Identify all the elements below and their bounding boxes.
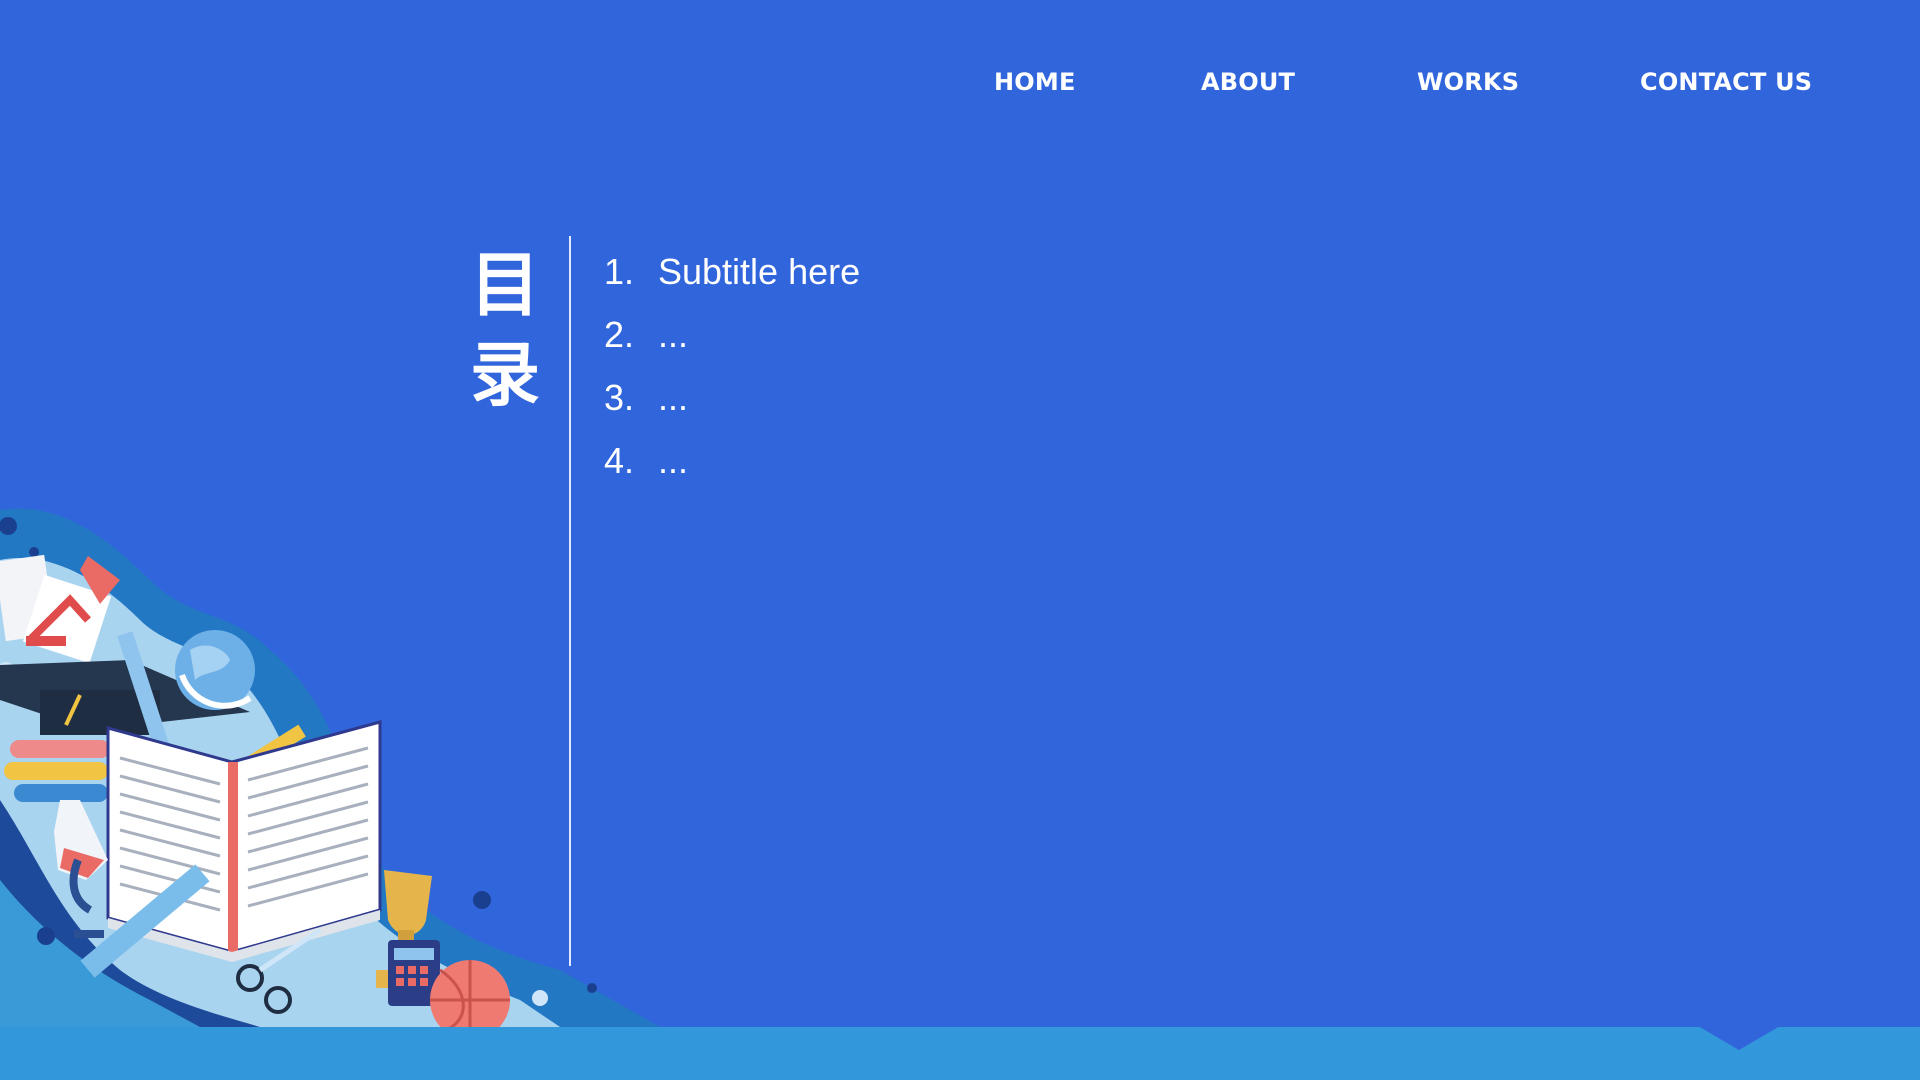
toc-item-text: Subtitle here — [658, 250, 861, 292]
toc-item-number: 3. — [604, 376, 635, 418]
toc-item-number: 4. — [604, 439, 635, 481]
toc-item-text: ... — [658, 313, 689, 355]
toc-item-text: ... — [658, 439, 689, 481]
nav-about-link[interactable]: ABOUT — [1201, 68, 1295, 96]
toc-item-1: 1. Subtitle here — [604, 240, 860, 303]
toc-item-text: ... — [658, 376, 689, 418]
table-of-contents-list: 1. Subtitle here 2. ... 3. ... 4. ... — [604, 240, 860, 492]
education-illustration — [0, 508, 660, 1040]
books-stack-icon — [4, 740, 110, 802]
nav-works-link[interactable]: WORKS — [1417, 68, 1519, 96]
toc-item-number: 1. — [604, 250, 635, 292]
toc-item-2: 2. ... — [604, 303, 860, 366]
nav-contact-us-link[interactable]: CONTACT US — [1640, 68, 1812, 96]
globe-icon — [175, 630, 255, 710]
nav-home-link[interactable]: HOME — [994, 68, 1076, 96]
toc-item-3: 3. ... — [604, 366, 860, 429]
table-of-contents-title: 目录 — [470, 244, 540, 416]
top-navigation: HOME ABOUT WORKS CONTACT US — [0, 68, 1920, 104]
footer-notch — [1698, 1026, 1780, 1050]
toc-item-number: 2. — [604, 313, 635, 355]
toc-item-4: 4. ... — [604, 429, 860, 492]
